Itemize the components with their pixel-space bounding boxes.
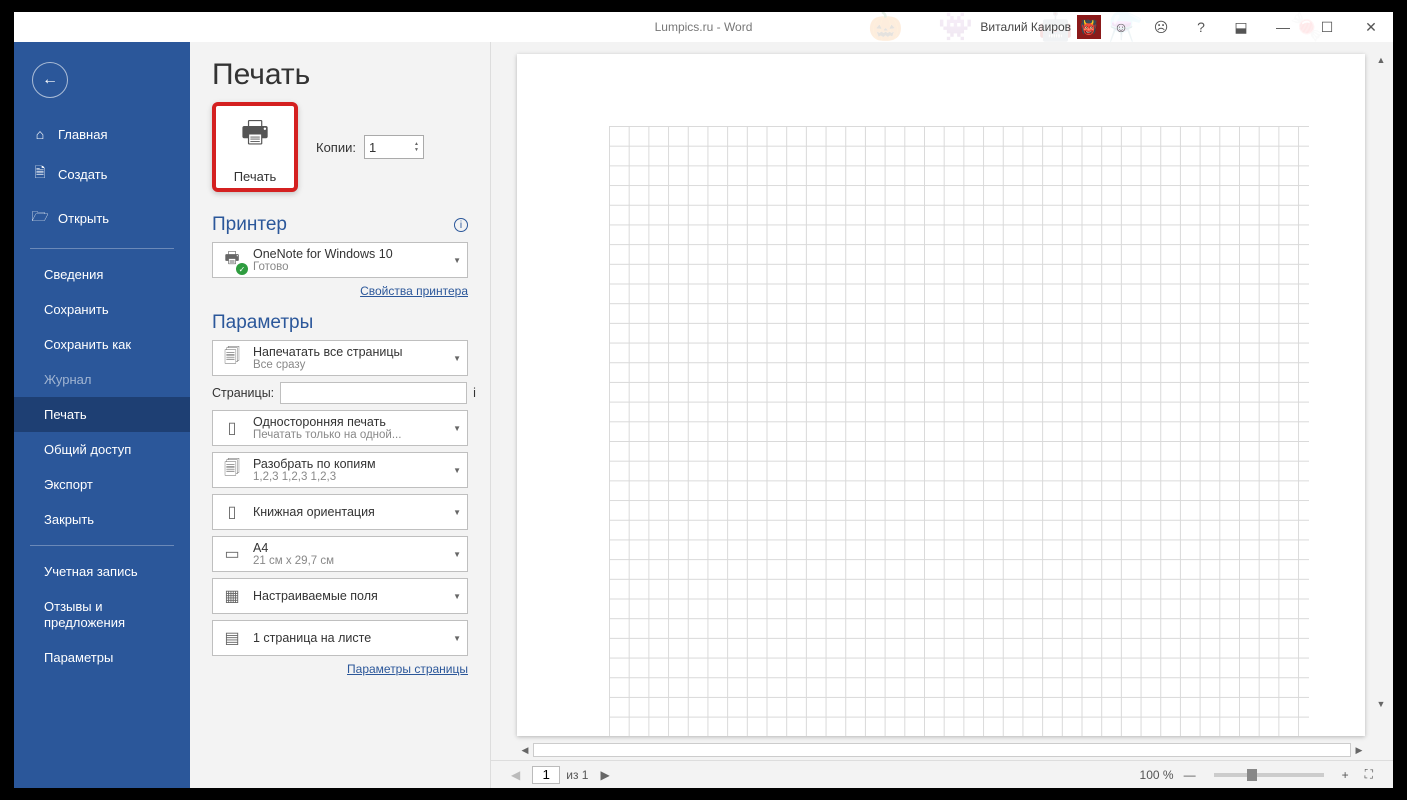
nav-options[interactable]: Параметры	[14, 640, 190, 675]
zoom-in-button[interactable]: +	[1338, 768, 1353, 782]
nav-history: Журнал	[14, 362, 190, 397]
chevron-down-icon: ▼	[449, 424, 461, 433]
nav-open[interactable]: 🗁Открыть	[14, 196, 190, 240]
sides-dropdown[interactable]: ▯ Односторонняя печатьПечатать только на…	[212, 410, 468, 446]
collate-icon: 🗐	[219, 457, 245, 483]
help-button[interactable]: ?	[1181, 12, 1221, 42]
nav-save[interactable]: Сохранить	[14, 292, 190, 327]
print-settings-panel: Печать 🖶 Печать Копии: 1 ▲▼	[190, 42, 490, 788]
scroll-up-icon[interactable]: ▲	[1373, 52, 1389, 68]
printer-properties-link[interactable]: Свойства принтера	[212, 284, 468, 298]
preview-statusbar: ◀ из 1 ▶ 100 % — + ⛶	[491, 760, 1393, 788]
fit-page-button[interactable]: ⛶	[1359, 767, 1379, 782]
app-window: 🎃 👾 🤖 ⚗️ 🍬 Lumpics.ru - Word Виталий Каи…	[0, 0, 1407, 800]
printer-section-heading: Принтер	[212, 214, 287, 236]
user-name[interactable]: Виталий Каиров	[980, 20, 1071, 34]
titlebar: 🎃 👾 🤖 ⚗️ 🍬 Lumpics.ru - Word Виталий Каи…	[14, 12, 1393, 42]
next-page-button[interactable]: ▶	[594, 768, 615, 782]
feedback-button[interactable]: ☹	[1141, 12, 1181, 42]
pages-input[interactable]	[280, 382, 467, 404]
scroll-right-icon[interactable]: ▶	[1351, 745, 1367, 756]
nav-saveas[interactable]: Сохранить как	[14, 327, 190, 362]
print-range-dropdown[interactable]: 🗐 Напечатать все страницыВсе сразу ▼	[212, 340, 468, 376]
nav-info[interactable]: Сведения	[14, 257, 190, 292]
vertical-scrollbar[interactable]: ▲ ▼	[1373, 52, 1389, 712]
collate-dropdown[interactable]: 🗐 Разобрать по копиям1,2,3 1,2,3 1,2,3 ▼	[212, 452, 468, 488]
emoji-button[interactable]: ☺	[1101, 12, 1141, 42]
preview-page	[517, 54, 1365, 736]
user-avatar-icon[interactable]: 👹	[1077, 15, 1101, 39]
print-button[interactable]: 🖶 Печать	[212, 102, 298, 192]
current-page-input[interactable]	[532, 766, 560, 784]
close-button[interactable]: ✕	[1349, 12, 1393, 42]
chevron-down-icon: ▼	[449, 354, 461, 363]
nav-close[interactable]: Закрыть	[14, 502, 190, 537]
horizontal-scrollbar[interactable]	[533, 743, 1351, 757]
nav-share[interactable]: Общий доступ	[14, 432, 190, 467]
minimize-button[interactable]: —	[1261, 12, 1305, 42]
nav-print[interactable]: Печать	[14, 397, 190, 432]
portrait-icon: ▯	[219, 499, 245, 525]
zoom-slider[interactable]	[1214, 773, 1324, 777]
nav-home[interactable]: ⌂Главная	[14, 116, 190, 152]
sheet-icon: ▤	[219, 625, 245, 651]
scroll-left-icon[interactable]: ◀	[517, 745, 533, 756]
printer-info-icon[interactable]: i	[454, 218, 468, 232]
page-total-label: из 1	[566, 768, 588, 782]
nav-account[interactable]: Учетная запись	[14, 554, 190, 589]
copies-label: Копии:	[316, 140, 356, 155]
chevron-down-icon: ▼	[449, 550, 461, 559]
chevron-down-icon: ▼	[449, 256, 461, 265]
prev-page-button[interactable]: ◀	[505, 768, 526, 782]
zoom-out-button[interactable]: —	[1180, 768, 1200, 782]
page-side-icon: ▯	[219, 415, 245, 441]
pages-per-sheet-dropdown[interactable]: ▤ 1 страница на листе ▼	[212, 620, 468, 656]
pages-info-icon[interactable]: i	[473, 386, 476, 400]
zoom-label: 100 %	[1140, 768, 1174, 782]
printer-device-icon: 🖶✓	[219, 247, 245, 273]
back-button[interactable]: ←	[32, 62, 68, 98]
print-preview-panel: ▲ ▼ ◀ ▶ ◀ из 1 ▶ 100 % —	[490, 42, 1393, 788]
printer-icon: 🖶	[241, 110, 269, 161]
pages-icon: 🗐	[219, 345, 245, 371]
nav-new[interactable]: 🗎Создать	[14, 152, 190, 196]
backstage-sidebar: ← ⌂Главная 🗎Создать 🗁Открыть Сведения Со…	[14, 42, 190, 788]
window-title: Lumpics.ru - Word	[655, 20, 753, 34]
nav-feedback[interactable]: Отзывы и предложения	[14, 589, 190, 640]
maximize-button[interactable]: ☐	[1305, 12, 1349, 42]
margins-dropdown[interactable]: ▦ Настраиваемые поля ▼	[212, 578, 468, 614]
new-icon: 🗎	[32, 162, 48, 186]
page-setup-link[interactable]: Параметры страницы	[212, 662, 468, 676]
pages-label: Страницы:	[212, 386, 274, 400]
paper-size-dropdown[interactable]: ▭ A421 см x 29,7 см ▼	[212, 536, 468, 572]
spin-down-icon[interactable]: ▼	[414, 147, 419, 153]
copies-spinner[interactable]: 1 ▲▼	[364, 135, 424, 159]
page-grid	[609, 126, 1309, 736]
chevron-down-icon: ▼	[449, 466, 461, 475]
chevron-down-icon: ▼	[449, 634, 461, 643]
orientation-dropdown[interactable]: ▯ Книжная ориентация ▼	[212, 494, 468, 530]
ribbon-toggle-icon[interactable]: ⬓	[1221, 12, 1261, 42]
printer-dropdown[interactable]: 🖶✓ OneNote for Windows 10 Готово ▼	[212, 242, 468, 278]
open-icon: 🗁	[32, 206, 48, 230]
scroll-down-icon[interactable]: ▼	[1373, 696, 1389, 712]
settings-section-heading: Параметры	[212, 312, 313, 334]
margins-icon: ▦	[219, 583, 245, 609]
nav-export[interactable]: Экспорт	[14, 467, 190, 502]
chevron-down-icon: ▼	[449, 508, 461, 517]
page-heading: Печать	[212, 58, 468, 92]
chevron-down-icon: ▼	[449, 592, 461, 601]
home-icon: ⌂	[32, 126, 48, 142]
paper-icon: ▭	[219, 541, 245, 567]
